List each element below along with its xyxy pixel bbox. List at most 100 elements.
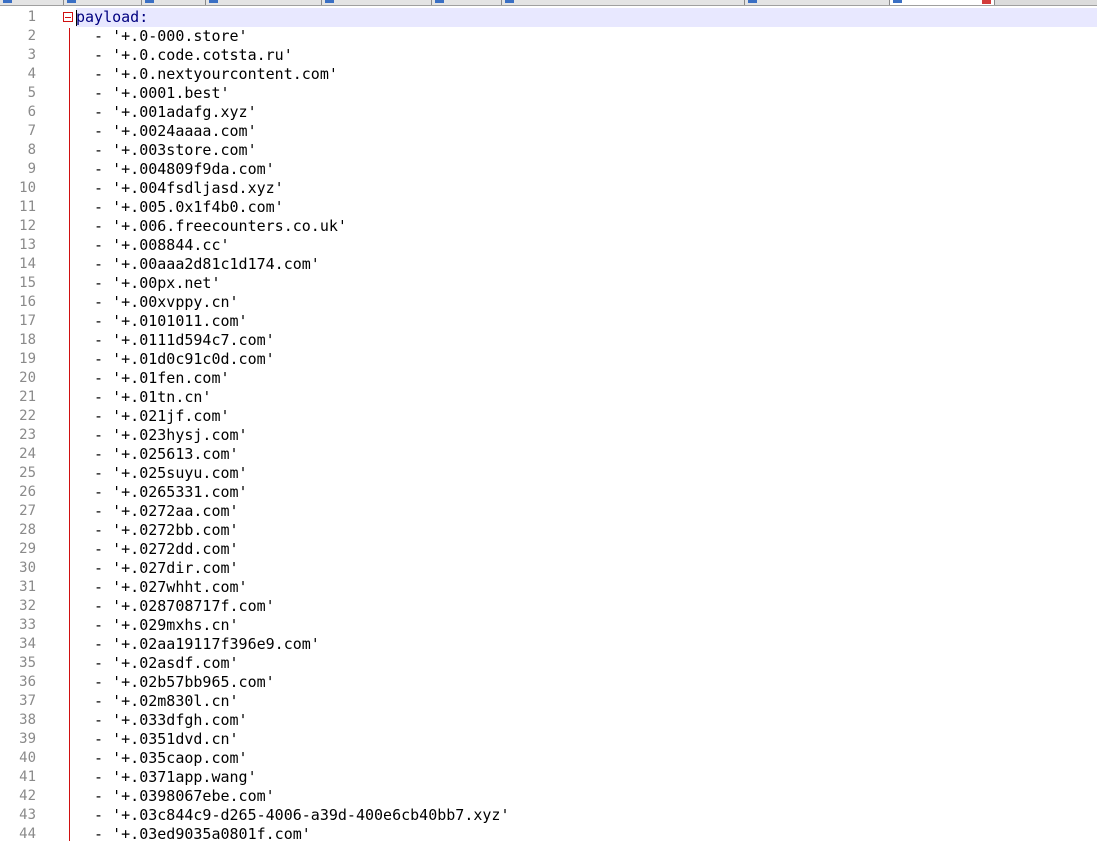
code-line[interactable]: 9 - '+.004809f9da.com' (0, 160, 1097, 179)
document-tab[interactable] (322, 0, 432, 5)
file-tab-icon (893, 0, 902, 3)
code-line[interactable]: 32 - '+.028708717f.com' (0, 597, 1097, 616)
line-number: 31 (19, 579, 36, 595)
code-line[interactable]: 27 - '+.0272aa.com' (0, 502, 1097, 521)
line-number: 18 (19, 332, 36, 348)
file-tab-icon (505, 0, 514, 3)
line-number: 11 (19, 199, 36, 215)
code-line[interactable]: 17 - '+.0101011.com' (0, 312, 1097, 331)
code-line[interactable]: 42 - '+.0398067ebe.com' (0, 787, 1097, 806)
yaml-list-item: - '+.01tn.cn' (76, 388, 212, 406)
line-number: 7 (27, 123, 36, 139)
code-line[interactable]: 31 - '+.027whht.com' (0, 578, 1097, 597)
code-line[interactable]: 28 - '+.0272bb.com' (0, 521, 1097, 540)
code-line[interactable]: 21 - '+.01tn.cn' (0, 388, 1097, 407)
line-number: 16 (19, 294, 36, 310)
code-line[interactable]: 16 - '+.00xvppy.cn' (0, 293, 1097, 312)
yaml-list-item: - '+.00aaa2d81c1d174.com' (76, 255, 320, 273)
line-number: 5 (27, 85, 36, 101)
file-tab-icon (145, 0, 154, 3)
code-line[interactable]: 11 - '+.005.0x1f4b0.com' (0, 198, 1097, 217)
yaml-list-item: - '+.005.0x1f4b0.com' (76, 198, 284, 216)
code-line[interactable]: 41 - '+.0371app.wang' (0, 768, 1097, 787)
yaml-list-item: - '+.0272dd.com' (76, 540, 239, 558)
code-line[interactable]: 15 - '+.00px.net' (0, 274, 1097, 293)
document-tab[interactable] (64, 0, 142, 5)
code-line[interactable]: 3 - '+.0.code.cotsta.ru' (0, 46, 1097, 65)
code-line[interactable]: 25 - '+.025suyu.com' (0, 464, 1097, 483)
line-number: 26 (19, 484, 36, 500)
line-number: 33 (19, 617, 36, 633)
yaml-list-item: - '+.0265331.com' (76, 483, 248, 501)
code-lines: 1 payload: 2 - '+.0-000.store' 3 - '+.0.cod… (0, 8, 1097, 841)
code-line[interactable]: 5 - '+.0001.best' (0, 84, 1097, 103)
yaml-list-item: - '+.02aa19117f396e9.com' (76, 635, 320, 653)
code-line[interactable]: 14 - '+.00aaa2d81c1d174.com' (0, 255, 1097, 274)
yaml-list-item: - '+.0.code.cotsta.ru' (76, 46, 293, 64)
yaml-list-item: - '+.003store.com' (76, 141, 257, 159)
code-line[interactable]: 23 - '+.023hysj.com' (0, 426, 1097, 445)
code-line[interactable]: 37 - '+.02m830l.cn' (0, 692, 1097, 711)
tab-strip (0, 0, 1097, 6)
yaml-list-item: - '+.023hysj.com' (76, 426, 248, 444)
document-tab[interactable] (502, 0, 745, 5)
code-line[interactable]: 26 - '+.0265331.com' (0, 483, 1097, 502)
code-line[interactable]: 29 - '+.0272dd.com' (0, 540, 1097, 559)
code-line[interactable]: 43 - '+.03c844c9-d265-4006-a39d-400e6cb4… (0, 806, 1097, 825)
line-number: 21 (19, 389, 36, 405)
code-line[interactable]: 4 - '+.0.nextyourcontent.com' (0, 65, 1097, 84)
code-line[interactable]: 30 - '+.027dir.com' (0, 559, 1097, 578)
document-tab[interactable] (432, 0, 502, 5)
code-line[interactable]: 20 - '+.01fen.com' (0, 369, 1097, 388)
document-tab[interactable] (206, 0, 322, 5)
close-icon[interactable] (982, 0, 991, 4)
yaml-list-item: - '+.00xvppy.cn' (76, 293, 239, 311)
code-line[interactable]: 12 - '+.006.freecounters.co.uk' (0, 217, 1097, 236)
code-line[interactable]: 39 - '+.0351dvd.cn' (0, 730, 1097, 749)
code-line[interactable]: 35 - '+.02asdf.com' (0, 654, 1097, 673)
document-tab[interactable] (745, 0, 890, 5)
yaml-list-item: - '+.035caop.com' (76, 749, 248, 767)
code-line[interactable]: 7 - '+.0024aaaa.com' (0, 122, 1097, 141)
yaml-list-item: - '+.027dir.com' (76, 559, 239, 577)
document-tab[interactable] (142, 0, 206, 5)
code-line[interactable]: 33 - '+.029mxhs.cn' (0, 616, 1097, 635)
active-document-tab[interactable] (890, 0, 995, 5)
yaml-list-item: - '+.029mxhs.cn' (76, 616, 239, 634)
yaml-list-item: - '+.0371app.wang' (76, 768, 257, 786)
code-line[interactable]: 1 payload: (0, 8, 1097, 27)
line-number: 17 (19, 313, 36, 329)
code-line[interactable]: 8 - '+.003store.com' (0, 141, 1097, 160)
line-number: 10 (19, 180, 36, 196)
yaml-list-item: - '+.03c844c9-d265-4006-a39d-400e6cb40bb… (76, 806, 510, 824)
line-number: 9 (27, 161, 36, 177)
code-line[interactable]: 6 - '+.001adafg.xyz' (0, 103, 1097, 122)
line-number: 8 (27, 142, 36, 158)
code-line[interactable]: 2 - '+.0-000.store' (0, 27, 1097, 46)
code-line[interactable]: 44 - '+.03ed9035a0801f.com' (0, 825, 1097, 841)
line-number: 44 (19, 826, 36, 841)
yaml-list-item: - '+.0024aaaa.com' (76, 122, 257, 140)
code-line[interactable]: 36 - '+.02b57bb965.com' (0, 673, 1097, 692)
line-number: 35 (19, 655, 36, 671)
code-line[interactable]: 13 - '+.008844.cc' (0, 236, 1097, 255)
line-number: 42 (19, 788, 36, 804)
document-tab[interactable] (0, 0, 64, 5)
yaml-list-item: - '+.0398067ebe.com' (76, 787, 275, 805)
code-line[interactable]: 40 - '+.035caop.com' (0, 749, 1097, 768)
code-line[interactable]: 38 - '+.033dfgh.com' (0, 711, 1097, 730)
line-number: 28 (19, 522, 36, 538)
line-number: 32 (19, 598, 36, 614)
code-editor[interactable]: 1 payload: 2 - '+.0-000.store' 3 - '+.0.cod… (0, 8, 1097, 841)
line-number: 22 (19, 408, 36, 424)
code-line[interactable]: 22 - '+.021jf.com' (0, 407, 1097, 426)
code-line[interactable]: 18 - '+.0111d594c7.com' (0, 331, 1097, 350)
line-number: 6 (27, 104, 36, 120)
file-tab-icon (3, 0, 12, 3)
file-tab-icon (748, 0, 757, 3)
code-line[interactable]: 19 - '+.01d0c91c0d.com' (0, 350, 1097, 369)
code-line[interactable]: 24 - '+.025613.com' (0, 445, 1097, 464)
yaml-list-item: - '+.021jf.com' (76, 407, 230, 425)
code-line[interactable]: 34 - '+.02aa19117f396e9.com' (0, 635, 1097, 654)
code-line[interactable]: 10 - '+.004fsdljasd.xyz' (0, 179, 1097, 198)
